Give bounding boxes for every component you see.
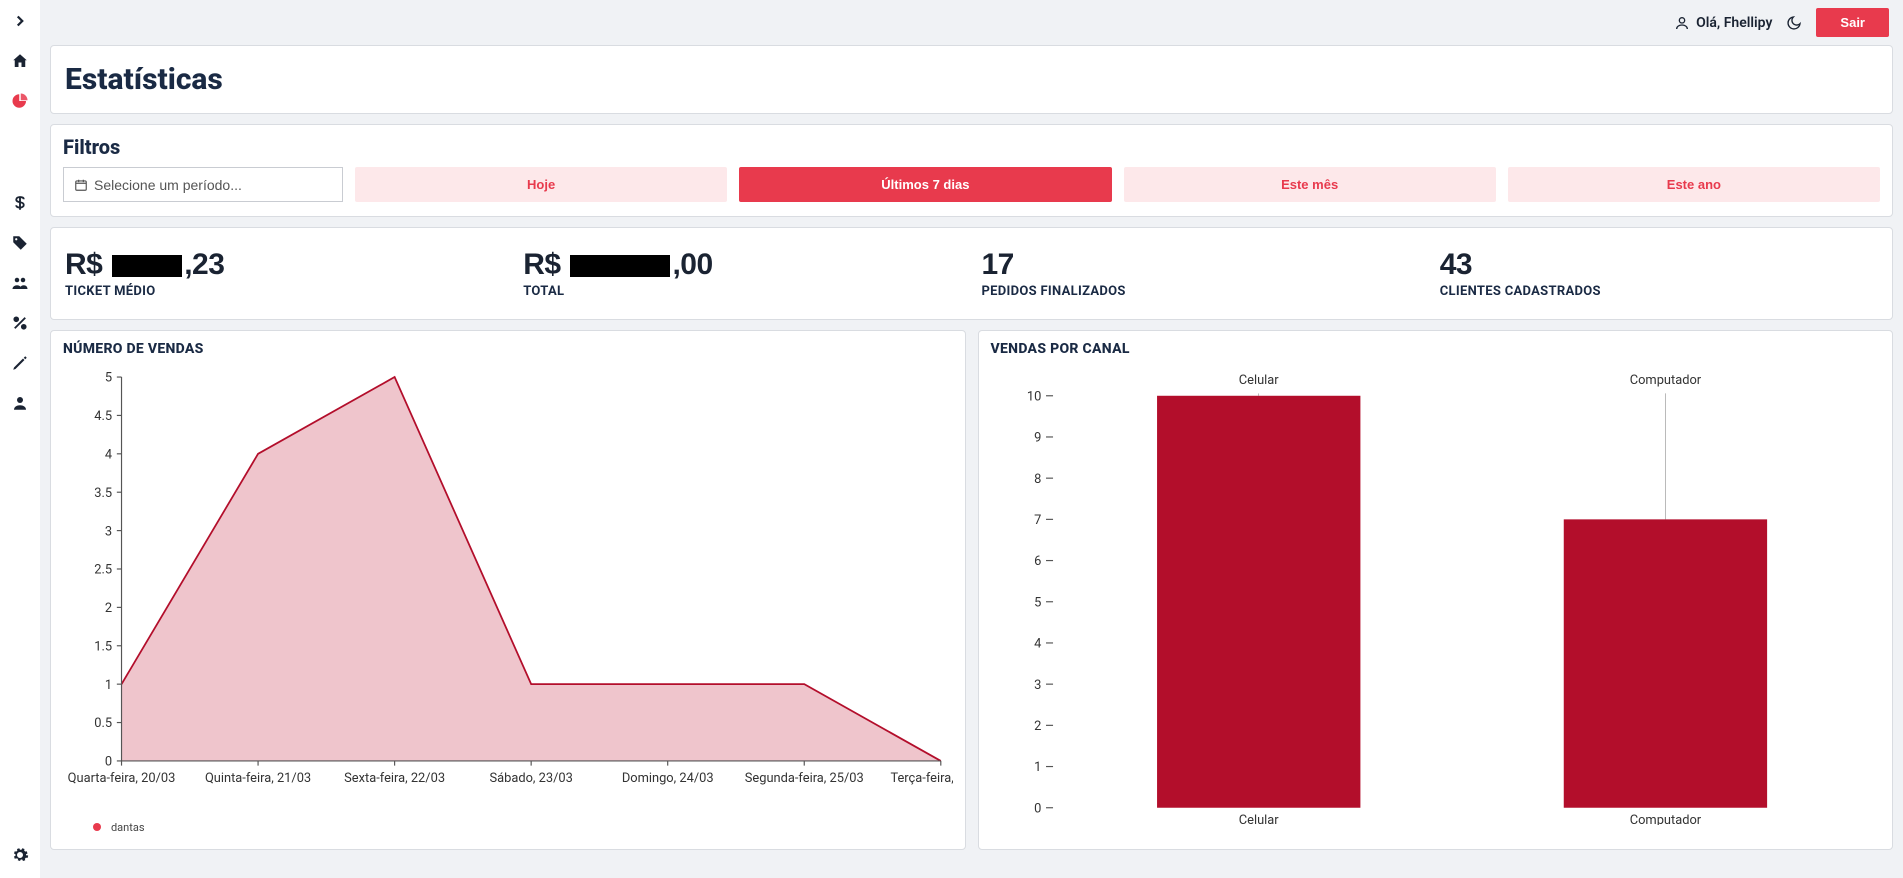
svg-text:1.5: 1.5 [94,639,112,654]
bar-chart-svg: 0 1 2 3 4 5 6 7 8 9 10 Celular Celular Co… [991,363,1881,825]
home-icon[interactable] [11,52,29,70]
stat-value: 43 [1440,248,1878,282]
preset-ultimos-7-dias[interactable]: Últimos 7 dias [739,167,1111,202]
preset-hoje[interactable]: Hoje [355,167,727,202]
svg-text:Sexta-feira, 22/03: Sexta-feira, 22/03 [344,771,445,786]
stat-value: 17 [982,248,1420,282]
svg-text:3: 3 [1034,678,1041,693]
chart-title: NÚMERO DE VENDAS [63,341,953,357]
filters-card: Filtros Selecione um período... Hoje Últ… [50,124,1893,217]
pen-icon[interactable] [11,354,29,372]
svg-text:2: 2 [105,601,112,616]
stats-card: R$ ,23 TICKET MÉDIO R$ ,00 TOTAL 17 PEDI… [50,227,1893,320]
svg-text:0.5: 0.5 [94,716,112,731]
svg-text:0: 0 [105,755,112,770]
stat-pedidos-finalizados: 17 PEDIDOS FINALIZADOS [982,248,1420,299]
svg-text:3: 3 [105,524,112,539]
svg-text:9: 9 [1034,431,1041,446]
svg-text:2: 2 [1034,719,1041,734]
percent-icon[interactable] [11,314,29,332]
svg-text:Domingo, 24/03: Domingo, 24/03 [622,771,714,786]
topbar: Olá, Fhellipy Sair [50,0,1893,45]
moon-icon[interactable] [1786,15,1802,31]
logout-button[interactable]: Sair [1816,8,1889,37]
svg-text:Quarta-feira, 20/03: Quarta-feira, 20/03 [68,771,176,786]
svg-text:Celular: Celular [1238,373,1279,388]
tag-icon[interactable] [11,234,29,252]
svg-text:2.5: 2.5 [94,563,112,578]
stat-value: R$ ,23 [65,248,503,282]
svg-text:1: 1 [105,678,112,693]
page-header-card: Estatísticas [50,45,1893,114]
stat-clientes-cadastrados: 43 CLIENTES CADASTRADOS [1440,248,1878,299]
svg-text:10: 10 [1026,389,1040,404]
redacted-value [570,255,670,277]
svg-text:7: 7 [1034,513,1041,528]
legend: dantas [63,812,953,839]
stat-label: PEDIDOS FINALIZADOS [982,284,1420,299]
greeting-text: Olá, Fhellipy [1696,15,1772,31]
svg-text:0: 0 [1034,801,1041,816]
svg-text:4: 4 [105,448,112,463]
user-icon[interactable] [11,394,29,412]
chart-numero-de-vendas: NÚMERO DE VENDAS 0 0.5 1 1.5 2 2.5 3 3.5… [50,330,966,850]
sidebar [0,0,40,878]
calendar-icon [74,178,88,192]
main-content: Olá, Fhellipy Sair Estatísticas Filtros … [40,0,1903,878]
users-icon[interactable] [11,274,29,292]
stat-ticket-medio: R$ ,23 TICKET MÉDIO [65,248,503,299]
svg-text:Quinta-feira, 21/03: Quinta-feira, 21/03 [205,771,311,786]
stat-label: TICKET MÉDIO [65,284,503,299]
svg-text:Computador: Computador [1629,813,1701,825]
svg-text:4: 4 [1034,637,1041,652]
stat-total: R$ ,00 TOTAL [523,248,961,299]
svg-text:8: 8 [1034,472,1041,487]
svg-text:4.5: 4.5 [94,409,112,424]
svg-text:Terça-feira, 26/03: Terça-feira, 26/03 [890,771,952,786]
chart-pie-icon[interactable] [11,92,29,110]
svg-text:Computador: Computador [1629,373,1701,388]
svg-text:5: 5 [1034,595,1041,610]
page-title: Estatísticas [51,46,1892,113]
stat-label: CLIENTES CADASTRADOS [1440,284,1878,299]
legend-label: dantas [111,821,145,834]
legend-dot-icon [93,823,101,831]
area-chart-svg: 0 0.5 1 1.5 2 2.5 3 3.5 4 4.5 5 Quarta-f… [63,363,953,808]
chart-title: VENDAS POR CANAL [991,341,1881,357]
svg-text:Celular: Celular [1238,813,1279,825]
svg-text:5: 5 [105,371,112,386]
gear-icon[interactable] [11,846,29,864]
preset-este-ano[interactable]: Este ano [1508,167,1880,202]
dollar-icon[interactable] [11,194,29,212]
period-select[interactable]: Selecione um período... [63,167,343,202]
svg-text:6: 6 [1034,554,1041,569]
filters-title: Filtros [63,135,1880,159]
user-outline-icon [1674,15,1690,31]
svg-text:1: 1 [1034,760,1041,775]
chart-vendas-por-canal: VENDAS POR CANAL 0 1 2 3 4 5 6 7 8 9 10 … [978,330,1894,850]
preset-este-mes[interactable]: Este mês [1124,167,1496,202]
svg-text:3.5: 3.5 [94,486,112,501]
redacted-value [112,255,182,277]
stat-value: R$ ,00 [523,248,961,282]
user-greeting: Olá, Fhellipy [1674,15,1772,31]
svg-text:Segunda-feira, 25/03: Segunda-feira, 25/03 [745,771,864,786]
period-placeholder: Selecione um período... [94,177,242,193]
svg-text:Sábado, 23/03: Sábado, 23/03 [489,771,572,786]
stat-label: TOTAL [523,284,961,299]
chevron-right-icon[interactable] [11,12,29,30]
